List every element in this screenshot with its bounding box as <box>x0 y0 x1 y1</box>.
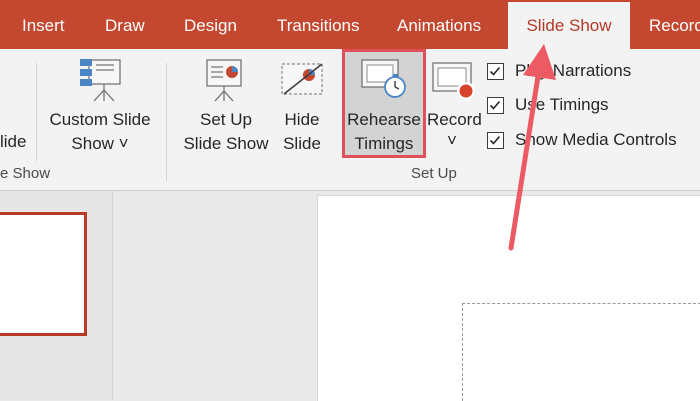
annotation-arrow <box>508 44 556 251</box>
